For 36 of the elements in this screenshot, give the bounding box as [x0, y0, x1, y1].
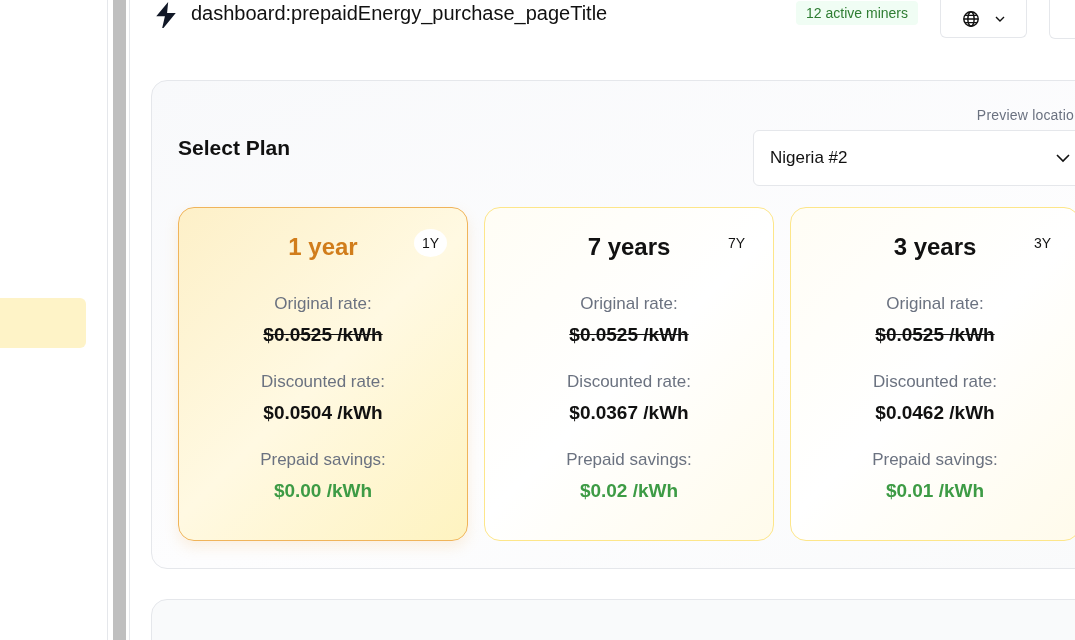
globe-icon [961, 9, 980, 28]
location-label: Preview locatio [976, 107, 1074, 123]
plan-title: 3 years [893, 233, 977, 261]
discounted-rate: $0.0462 /kWh [875, 402, 995, 424]
rate-label: Original rate: [274, 294, 372, 314]
rate-label: Prepaid savings: [872, 450, 998, 470]
savings-value: $0.01 /kWh [885, 480, 985, 502]
plan-title: 7 years [587, 233, 671, 261]
plan-card[interactable]: 1 year 1Y Original rate: $0.0525 /kWh Discounted rate: $0.0504 /kWh Prepaid savings: $0.00 /kWh [178, 207, 468, 541]
language-button[interactable] [940, 0, 1027, 38]
original-rate: $0.0525 /kWh [569, 324, 689, 346]
page-title: dashboard:prepaidEnergy_purchase_pageTitle [191, 2, 609, 25]
plan-code: 7Y [726, 234, 746, 253]
status-badge: 12 active miners [796, 1, 918, 25]
rate-label: Prepaid savings: [566, 450, 692, 470]
rate-label: Original rate: [580, 294, 678, 314]
plan-card[interactable]: 7 years 7Y Original rate: $0.0525 /kWh Discounted rate: $0.0367 /kWh Prepaid savings: $0.02 /kWh [484, 207, 774, 541]
savings-value: $0.02 /kWh [579, 480, 679, 502]
plan-card[interactable]: 3 years 3Y Original rate: $0.0525 /kWh Discounted rate: $0.0462 /kWh Prepaid savings: $0.01 /kWh [790, 207, 1075, 541]
scrollbar[interactable] [113, 0, 129, 640]
original-rate: $0.0525 /kWh [263, 324, 383, 346]
plan-code: 1Y [413, 229, 447, 257]
plan-title: 1 year [288, 233, 358, 261]
discounted-rate: $0.0367 /kWh [569, 402, 689, 424]
rate-label: Discounted rate: [567, 372, 691, 392]
discounted-rate: $0.0504 /kWh [263, 402, 383, 424]
original-rate: $0.0525 /kWh [875, 324, 995, 346]
rate-label: Discounted rate: [873, 372, 997, 392]
rate-label: Discounted rate: [261, 372, 385, 392]
savings-value: $0.00 /kWh [273, 480, 373, 502]
rate-label: Original rate: [886, 294, 984, 314]
section-title: Select Plan [178, 136, 291, 160]
sidebar-item[interactable] [0, 298, 86, 348]
location-dropdown[interactable]: Nigeria #2 [753, 130, 1075, 186]
rate-label: Prepaid savings: [260, 450, 386, 470]
plan-code: 3Y [1032, 234, 1052, 253]
